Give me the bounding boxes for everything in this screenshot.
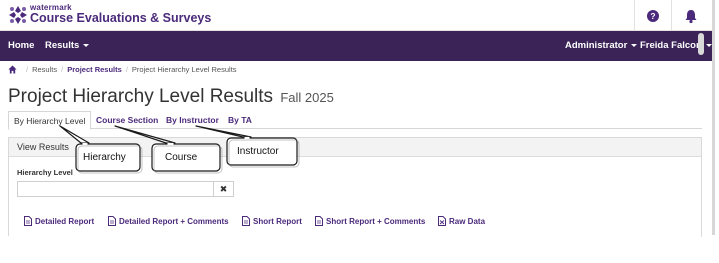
breadcrumb-separator: / bbox=[125, 65, 128, 74]
callout-hierarchy: Hierarchy bbox=[83, 152, 126, 163]
nav-administrator-menu[interactable]: Administrator bbox=[565, 40, 638, 51]
watermark-logo-icon[interactable] bbox=[8, 5, 28, 25]
document-icon bbox=[24, 216, 32, 226]
svg-text:?: ? bbox=[650, 11, 655, 21]
page-edge-shadow bbox=[712, 0, 719, 263]
document-icon bbox=[242, 216, 250, 226]
nav-home[interactable]: Home bbox=[8, 40, 34, 51]
brand-bar: watermark Course Evaluations & Surveys ? bbox=[0, 0, 712, 31]
help-icon[interactable]: ? bbox=[644, 7, 662, 25]
document-icon bbox=[108, 216, 116, 226]
detailed-report-comments-link[interactable]: Detailed Report + Comments bbox=[108, 216, 229, 226]
torn-edge bbox=[0, 234, 719, 263]
short-report-link[interactable]: Short Report bbox=[242, 216, 302, 226]
short-report-comments-label: Short Report + Comments bbox=[326, 216, 426, 226]
detailed-report-label: Detailed Report bbox=[35, 216, 95, 226]
nav-results-menu[interactable]: Results bbox=[45, 40, 90, 51]
document-icon bbox=[315, 216, 323, 226]
callout-instructor: Instructor bbox=[237, 146, 279, 157]
scrollbar-thumb[interactable] bbox=[698, 33, 704, 55]
divider bbox=[634, 0, 635, 31]
main-navbar: Home Results Administrator Freida Falcon bbox=[0, 31, 712, 61]
chevron-down-icon bbox=[631, 43, 638, 47]
divider bbox=[671, 0, 672, 31]
page-title: Project Hierarchy Level Results Fall 202… bbox=[8, 86, 334, 108]
short-report-label: Short Report bbox=[253, 216, 302, 226]
page-title-text: Project Hierarchy Level Results bbox=[8, 86, 274, 107]
chevron-down-icon bbox=[83, 43, 90, 47]
callout-course: Course bbox=[165, 152, 198, 163]
nav-user-label: Freida Falcon bbox=[640, 40, 702, 51]
callout-bubbles bbox=[59, 125, 300, 174]
breadcrumb: / Results / Project Results / Project Hi… bbox=[8, 65, 237, 74]
clear-button[interactable]: ✖ bbox=[213, 181, 234, 197]
detailed-report-comments-label: Detailed Report + Comments bbox=[119, 216, 229, 226]
breadcrumb-separator: / bbox=[26, 65, 29, 74]
detailed-report-link[interactable]: Detailed Report bbox=[24, 216, 94, 226]
brand-product[interactable]: Course Evaluations & Surveys bbox=[30, 11, 211, 25]
hierarchy-level-input[interactable] bbox=[17, 181, 213, 197]
chevron-down-icon bbox=[705, 43, 712, 47]
raw-data-link[interactable]: Raw Data bbox=[438, 216, 485, 226]
breadcrumb-item-current: Project Hierarchy Level Results bbox=[131, 65, 237, 74]
breadcrumb-item-project-results[interactable]: Project Results bbox=[67, 65, 122, 74]
breadcrumb-item-results[interactable]: Results bbox=[32, 65, 57, 74]
nav-results-label: Results bbox=[45, 40, 80, 51]
page-term: Fall 2025 bbox=[280, 90, 334, 105]
bell-icon[interactable] bbox=[682, 7, 700, 25]
spreadsheet-icon bbox=[438, 216, 446, 226]
raw-data-label: Raw Data bbox=[449, 216, 486, 226]
short-report-comments-link[interactable]: Short Report + Comments bbox=[315, 216, 425, 226]
home-icon[interactable] bbox=[8, 65, 17, 74]
breadcrumb-separator: / bbox=[61, 65, 64, 74]
nav-administrator-label: Administrator bbox=[565, 40, 628, 51]
